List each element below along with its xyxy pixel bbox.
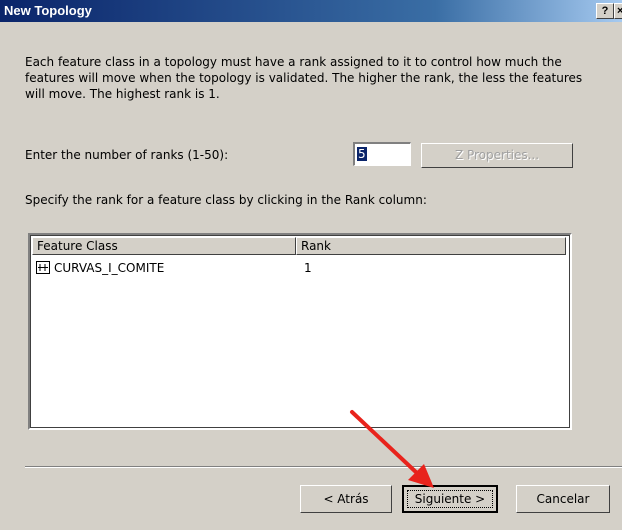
help-button[interactable]: ? [596, 3, 614, 19]
ranks-value: 5 [357, 147, 367, 161]
column-header-feature-class[interactable]: Feature Class [32, 237, 296, 255]
feature-class-rank[interactable]: 1 [304, 259, 312, 277]
dialog-title: New Topology [4, 3, 92, 18]
red-arrow-annotation [350, 410, 434, 488]
ranks-label: Enter the number of ranks (1-50): [25, 148, 229, 162]
ranks-input[interactable]: 5 [353, 142, 411, 166]
list-item[interactable]: CURVAS_I_COMITE 1 [32, 259, 568, 277]
new-topology-dialog: New Topology ? × Each feature class in a… [0, 0, 622, 530]
column-header-rank[interactable]: Rank [296, 237, 566, 255]
description-text: Each feature class in a topology must ha… [25, 55, 583, 101]
feature-class-name: CURVAS_I_COMITE [54, 261, 165, 275]
cancel-button[interactable]: Cancelar [516, 485, 610, 513]
z-properties-button[interactable]: Z Properties... [421, 143, 573, 168]
list-header: Feature Class Rank [32, 237, 568, 255]
divider [25, 466, 622, 468]
line-feature-icon [36, 261, 50, 274]
feature-class-list[interactable]: Feature Class Rank CURVAS_I_COMITE 1 [28, 233, 572, 430]
title-bar: New Topology ? × [0, 0, 622, 22]
close-button[interactable]: × [614, 3, 622, 19]
specify-rank-label: Specify the rank for a feature class by … [25, 193, 427, 207]
